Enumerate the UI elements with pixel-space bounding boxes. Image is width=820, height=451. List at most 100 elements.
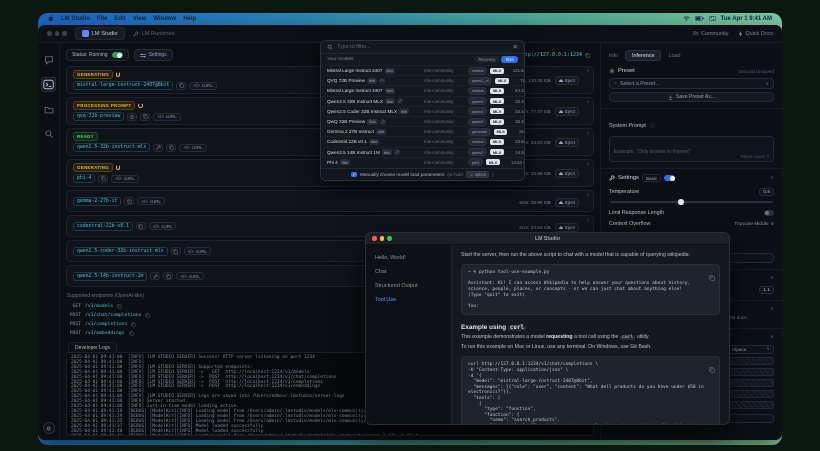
vision-capability-button[interactable] xyxy=(127,113,137,121)
chevron-down-icon[interactable]: ∨ xyxy=(770,275,774,281)
server-toggle[interactable] xyxy=(112,52,123,58)
curl-button[interactable]: </>cURL xyxy=(137,197,164,205)
chevron-right-icon[interactable]: › xyxy=(587,192,589,199)
chevron-down-icon[interactable]: ∨ xyxy=(770,175,774,181)
system-prompt-input[interactable]: Example, "Only answer in rhymes" Token c… xyxy=(609,136,774,162)
sidebar-item-chat[interactable] xyxy=(42,53,55,66)
eject-button[interactable]: Eject xyxy=(555,223,579,232)
settings-mode-toggle[interactable] xyxy=(664,175,675,181)
clear-icon[interactable]: × xyxy=(614,81,617,87)
copy-button[interactable] xyxy=(124,197,134,205)
discard-unsaved-button[interactable]: Discard Unsaved xyxy=(739,69,774,74)
sort-size-button[interactable]: Size xyxy=(501,56,518,63)
copy-button[interactable] xyxy=(176,82,186,90)
tool-capability-button[interactable] xyxy=(150,272,160,280)
model-identifier[interactable]: codestral-22b-v0.1 xyxy=(73,222,133,231)
apple-menu-icon[interactable] xyxy=(48,15,54,24)
picker-model-row[interactable]: Mistral Large Instruct 24076bit mlx-comm… xyxy=(321,85,524,95)
eject-button[interactable]: Eject xyxy=(555,198,579,207)
curl-button[interactable]: </>cURL xyxy=(179,144,206,152)
curl-button[interactable]: </>cURL xyxy=(111,175,138,183)
docs-nav-tool-use[interactable]: Tool Use xyxy=(375,297,442,303)
chevron-right-icon[interactable]: › xyxy=(587,130,589,137)
copy-icon[interactable] xyxy=(131,322,136,327)
picker-model-row[interactable]: Qwen2.5 14B Instruct 1M8bit mlx-communit… xyxy=(321,147,524,157)
close-icon[interactable]: ✕ xyxy=(513,43,518,51)
sidebar-item-my-models[interactable] xyxy=(42,103,55,116)
copy-button[interactable] xyxy=(163,272,173,280)
curl-button[interactable]: </>cURL xyxy=(184,247,211,255)
menu-window[interactable]: Window xyxy=(153,16,176,22)
copy-button[interactable] xyxy=(140,113,150,121)
prompt-template-select[interactable]: Alpaca ∨ xyxy=(728,345,774,354)
docs-nav-hello-world[interactable]: Hello, World! xyxy=(375,255,442,261)
docs-nav-chat[interactable]: Chat xyxy=(375,269,442,275)
eject-button[interactable]: Eject xyxy=(555,138,579,147)
slider-knob[interactable] xyxy=(678,199,684,205)
copy-button[interactable] xyxy=(166,144,176,152)
save-preset-button[interactable]: Save Preset As... xyxy=(609,92,774,102)
curl-button[interactable]: </>cURL xyxy=(149,222,176,230)
model-identifier[interactable]: qwen2.5-coder-32b-instruct-mlx xyxy=(73,247,168,256)
tab-lm-runtimes[interactable]: LM Runtimes xyxy=(133,31,175,37)
model-identifier[interactable]: qvq-72b-preview xyxy=(73,112,124,121)
model-identifier[interactable]: phi-4 xyxy=(73,174,95,183)
copy-icon[interactable] xyxy=(709,360,715,378)
picker-search-input[interactable] xyxy=(337,44,509,50)
copy-button[interactable] xyxy=(171,247,181,255)
copy-icon[interactable] xyxy=(145,313,150,318)
picker-model-row[interactable]: Qwen2.5 32B Instruct MLX8bit mlx-communi… xyxy=(321,96,524,106)
copy-icon[interactable] xyxy=(709,268,715,286)
docs-nav-structured-output[interactable]: Structured Output xyxy=(375,283,442,289)
picker-model-row[interactable]: Gemma 2 27B Instruct4bit mlx-community g… xyxy=(321,126,524,136)
model-identifier[interactable]: gemma-2-27b-it xyxy=(73,197,121,206)
menu-file[interactable]: File xyxy=(97,16,107,22)
copy-icon[interactable] xyxy=(117,304,122,309)
eject-button[interactable]: Eject xyxy=(555,169,579,178)
menu-view[interactable]: View xyxy=(133,16,147,22)
resource-monitor-button[interactable] xyxy=(43,422,55,434)
tab-inference[interactable]: Inference xyxy=(625,50,661,61)
server-url[interactable]: http://127.0.0.1:1234 xyxy=(519,52,582,58)
picker-model-row[interactable]: Phi 48bit mlx-community phi3 MLX 14.52 G… xyxy=(321,157,524,167)
copy-button[interactable] xyxy=(98,175,108,183)
eject-button[interactable]: Eject xyxy=(555,107,579,116)
curl-button[interactable]: </>cURL xyxy=(176,272,203,280)
control-center-icon[interactable] xyxy=(709,16,716,23)
chevron-right-icon[interactable]: › xyxy=(587,68,589,75)
curl-button[interactable]: </>cURL xyxy=(189,82,216,90)
chevron-right-icon[interactable]: › xyxy=(587,217,589,224)
help-icon[interactable]: ⓘ xyxy=(650,123,655,128)
copy-button[interactable] xyxy=(136,222,146,230)
traffic-lights[interactable] xyxy=(47,31,67,36)
picker-model-row[interactable]: Codestral 22B v0.18bit mlx-community mis… xyxy=(321,136,524,146)
context-overflow-select[interactable]: Truncate Middle ∨ xyxy=(734,222,774,227)
temperature-slider[interactable] xyxy=(610,201,773,203)
tool-capability-button[interactable] xyxy=(153,144,163,152)
preset-select[interactable]: × Select a Preset... ∨ xyxy=(609,78,774,89)
developer-logs-tab[interactable]: Developer Logs xyxy=(68,342,117,352)
menu-app-name[interactable]: LM Studio xyxy=(61,16,90,22)
picker-model-row[interactable]: QVQ 72B Preview8bit mlx-community qwen2_… xyxy=(321,75,524,85)
picker-model-row[interactable]: QwQ 32B Preview8bit mlx-community qwen2 … xyxy=(321,116,524,126)
manual-load-checkbox[interactable]: ✓ xyxy=(351,172,357,178)
menu-help[interactable]: Help xyxy=(183,16,196,22)
chevron-right-icon[interactable]: › xyxy=(587,161,589,168)
community-link[interactable]: Community xyxy=(692,31,728,37)
chevron-down-icon[interactable]: ∨ xyxy=(770,306,774,312)
eject-button[interactable]: Eject xyxy=(555,76,579,85)
model-identifier[interactable]: qwen2.5-14b-instruct-1m xyxy=(73,272,147,281)
curl-button[interactable]: </>cURL xyxy=(153,113,180,121)
tab-lm-studio[interactable]: LM Studio xyxy=(75,27,125,40)
model-card[interactable]: gemma-2-27b-it </>cURL Size: 28.95 GBEje… xyxy=(66,190,594,212)
sidebar-item-discover[interactable] xyxy=(42,127,55,140)
model-identifier[interactable]: qwen2.5-32b-instruct-mlx xyxy=(73,143,150,152)
sidebar-item-developer[interactable] xyxy=(41,77,56,92)
tab-info[interactable]: Info xyxy=(609,53,618,59)
menu-clock[interactable]: Tue Apr 1 9:41 AM xyxy=(721,16,772,22)
chevron-right-icon[interactable]: › xyxy=(587,99,589,106)
picker-model-row[interactable]: Mistral Large Instruct 24078bit mlx-comm… xyxy=(321,65,524,75)
picker-model-row[interactable]: Qwen2.5 Coder 32B Instruct MLX8bit mlx-c… xyxy=(321,106,524,116)
server-settings-button[interactable]: Settings xyxy=(134,49,173,61)
copy-icon[interactable] xyxy=(129,331,134,336)
